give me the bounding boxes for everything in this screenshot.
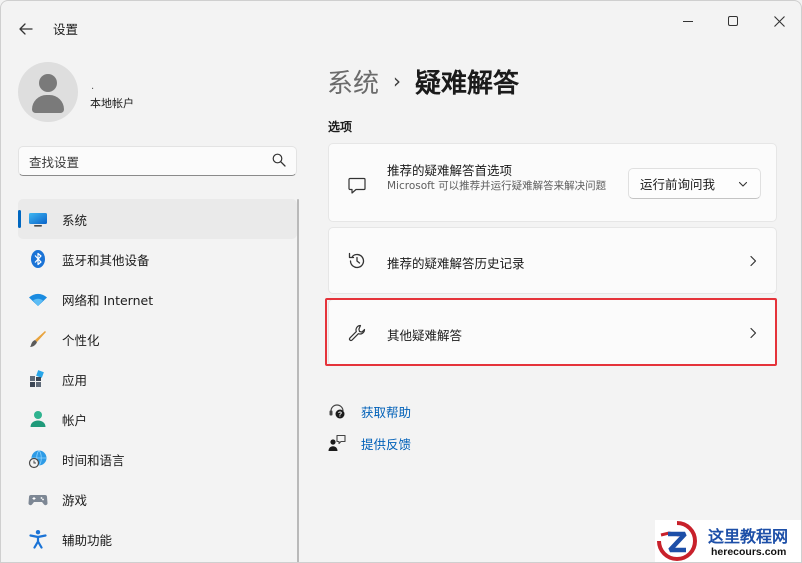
chevron-right-icon	[750, 255, 757, 267]
minimize-button[interactable]	[665, 7, 711, 35]
sidebar-item-personalization[interactable]: 个性化	[18, 319, 297, 359]
history-icon	[348, 252, 365, 269]
title-bar: 设置	[1, 1, 801, 45]
sidebar-item-label: 蓝牙和其他设备	[62, 252, 150, 268]
apps-icon	[30, 370, 44, 387]
settings-window: 设置 . 本地帐户 查找设置 系统 蓝牙和其他设备 网络和 Internet 个…	[0, 0, 802, 563]
give-feedback-link[interactable]: 提供反馈	[328, 432, 411, 454]
minimize-icon	[683, 21, 693, 22]
close-button[interactable]	[756, 7, 801, 35]
sidebar-item-accessibility[interactable]: 辅助功能	[18, 519, 297, 559]
search-input[interactable]	[29, 152, 259, 172]
brush-icon	[30, 331, 46, 347]
back-button[interactable]	[11, 15, 41, 43]
sidebar-item-network[interactable]: 网络和 Internet	[18, 279, 297, 319]
link-label: 获取帮助	[361, 404, 412, 420]
breadcrumb: 系统 › 疑难解答	[327, 61, 519, 101]
sidebar-item-label: 应用	[62, 372, 88, 388]
avatar-head	[39, 74, 57, 92]
card-title: 推荐的疑难解答首选项	[387, 163, 513, 178]
search-box[interactable]	[18, 146, 297, 176]
wifi-icon	[29, 293, 47, 306]
bluetooth-icon	[31, 250, 45, 268]
watermark: 这里教程网 herecours.com	[655, 520, 801, 562]
chevron-down-icon	[738, 181, 748, 187]
highlight-box	[325, 298, 777, 366]
gamepad-icon	[28, 495, 48, 506]
sidebar-item-label: 帐户	[62, 412, 88, 428]
watermark-title: 这里教程网	[708, 527, 789, 546]
site-logo-icon	[657, 521, 697, 561]
sidebar-item-gaming[interactable]: 游戏	[18, 479, 297, 519]
person-icon	[30, 411, 46, 427]
dropdown-value: 运行前询问我	[640, 177, 716, 192]
recommended-troubleshooter-preferences-card: 推荐的疑难解答首选项 Microsoft 可以推荐并运行疑难解答来解决问题 运行…	[328, 143, 777, 222]
profile-username: .	[91, 81, 95, 92]
card-title: 推荐的疑难解答历史记录	[387, 256, 525, 271]
sidebar-item-label: 系统	[62, 212, 88, 228]
sidebar-item-time-language[interactable]: 时间和语言	[18, 439, 297, 479]
get-help-link[interactable]: ? 获取帮助	[328, 400, 411, 422]
sidebar-item-label: 时间和语言	[62, 452, 125, 468]
sidebar-item-label: 网络和 Internet	[62, 292, 154, 308]
sidebar-item-system[interactable]: 系统	[18, 199, 297, 239]
maximize-icon	[728, 16, 738, 26]
card-description: Microsoft 可以推荐并运行疑难解答来解决问题	[387, 180, 607, 192]
account-type-label: 本地帐户	[90, 97, 134, 110]
sidebar-item-apps[interactable]: 应用	[18, 359, 297, 399]
avatar[interactable]	[18, 62, 78, 122]
breadcrumb-parent[interactable]: 系统	[327, 63, 379, 100]
preference-dropdown[interactable]: 运行前询问我	[628, 168, 761, 199]
chat-bubble-icon	[348, 177, 366, 194]
breadcrumb-separator: ›	[393, 69, 402, 93]
close-icon	[773, 15, 785, 27]
sidebar-item-accounts[interactable]: 帐户	[18, 399, 297, 439]
accessibility-icon	[29, 530, 47, 549]
page-title: 疑难解答	[415, 68, 520, 99]
arrow-left-icon	[19, 23, 33, 35]
globe-clock-icon	[28, 450, 47, 469]
section-title: 选项	[328, 120, 353, 134]
sidebar-scrollbar[interactable]	[297, 199, 299, 562]
maximize-button[interactable]	[710, 7, 756, 35]
sidebar-item-label: 游戏	[62, 492, 88, 508]
feedback-icon	[328, 434, 346, 451]
watermark-url: herecours.com	[711, 546, 787, 558]
monitor-icon	[29, 213, 47, 227]
sidebar-nav: 系统 蓝牙和其他设备 网络和 Internet 个性化 应用 帐户 时间和语言 …	[18, 199, 297, 559]
sidebar-item-bluetooth[interactable]: 蓝牙和其他设备	[18, 239, 297, 279]
sidebar-item-label: 辅助功能	[62, 532, 113, 548]
svg-text:?: ?	[338, 412, 342, 419]
search-icon	[272, 153, 286, 167]
sidebar-item-label: 个性化	[62, 332, 100, 348]
app-title: 设置	[53, 22, 79, 37]
avatar-body	[32, 95, 64, 113]
help-icon: ?	[329, 404, 345, 419]
troubleshooter-history-card[interactable]: 推荐的疑难解答历史记录	[328, 227, 777, 294]
link-label: 提供反馈	[361, 436, 412, 452]
